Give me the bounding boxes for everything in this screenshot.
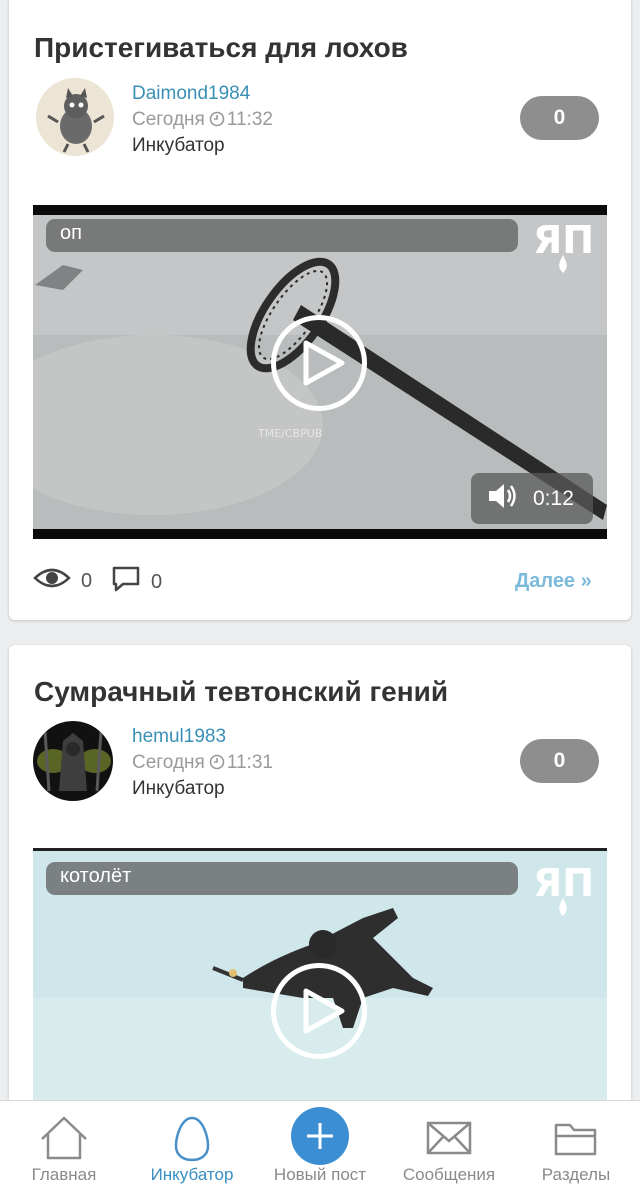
yap-logo: ЯП [531,858,594,918]
yap-logo: ЯП [531,215,594,275]
views-count: 0 [81,569,93,592]
comments-count: 0 [151,570,163,593]
rating-badge[interactable]: 0 [520,739,599,783]
video-player[interactable]: котолёт ЯП [33,848,607,1108]
date-label: Сегодня [132,752,205,773]
egg-icon [173,1115,211,1168]
avatar[interactable] [33,721,113,801]
section-link[interactable]: Инкубатор [132,778,225,800]
post-time: 11:31 [226,752,273,773]
nav-label: Новый пост [273,1165,367,1184]
comment-icon [111,565,141,599]
nav-sections[interactable]: Разделы [530,1101,622,1191]
post-card: Пристегиваться для лохов Daimond1984 Сег… [9,0,631,620]
post-title[interactable]: Пристегиваться для лохов [34,32,408,64]
nav-messages[interactable]: Сообщения [396,1101,502,1191]
clock-icon [209,754,225,776]
comments-stat[interactable]: 0 [111,565,162,599]
views-stat: 0 [33,566,92,596]
section-link[interactable]: Инкубатор [132,135,225,157]
clock-icon [209,111,225,133]
nav-label: Разделы [541,1165,611,1184]
video-watermark: TME/CBPUB [257,427,322,440]
play-icon [303,988,345,1034]
avatar[interactable] [36,78,114,156]
folder-icon [553,1119,599,1162]
video-caption: котолёт [46,862,518,895]
home-icon [39,1115,89,1166]
video-duration: 0:12 [533,486,574,510]
play-button[interactable] [271,963,367,1059]
author-link[interactable]: Daimond1984 [132,83,250,105]
volume-icon[interactable] [487,482,519,516]
nav-label: Главная [31,1165,97,1184]
date-label: Сегодня [132,109,205,130]
nav-label: Сообщения [402,1165,496,1184]
nav-new-post[interactable]: Новый пост [266,1101,374,1191]
video-controls[interactable]: 0:12 [471,473,593,524]
eye-icon [33,566,71,596]
post-date: Сегодня 11:31 [132,752,273,776]
read-more-link[interactable]: Далее » [515,570,592,593]
video-caption: оп [46,219,518,252]
post-title[interactable]: Сумрачный тевтонский гений [34,676,448,708]
author-link[interactable]: hemul1983 [132,726,226,748]
nav-incubator[interactable]: Инкубатор [143,1101,241,1191]
bottom-navigation: Главная Инкубатор Новый пост Сообщения Р… [0,1100,640,1191]
envelope-icon [426,1121,472,1160]
nav-home[interactable]: Главная [18,1101,110,1191]
play-button[interactable] [271,315,367,411]
plus-icon [291,1107,349,1165]
nav-label: Инкубатор [150,1165,234,1184]
video-player[interactable]: TME/CBPUB оп ЯП 0:12 [33,205,607,539]
rating-badge[interactable]: 0 [520,96,599,140]
post-time: 11:32 [226,109,273,130]
play-icon [303,340,345,386]
post-date: Сегодня 11:32 [132,109,273,133]
